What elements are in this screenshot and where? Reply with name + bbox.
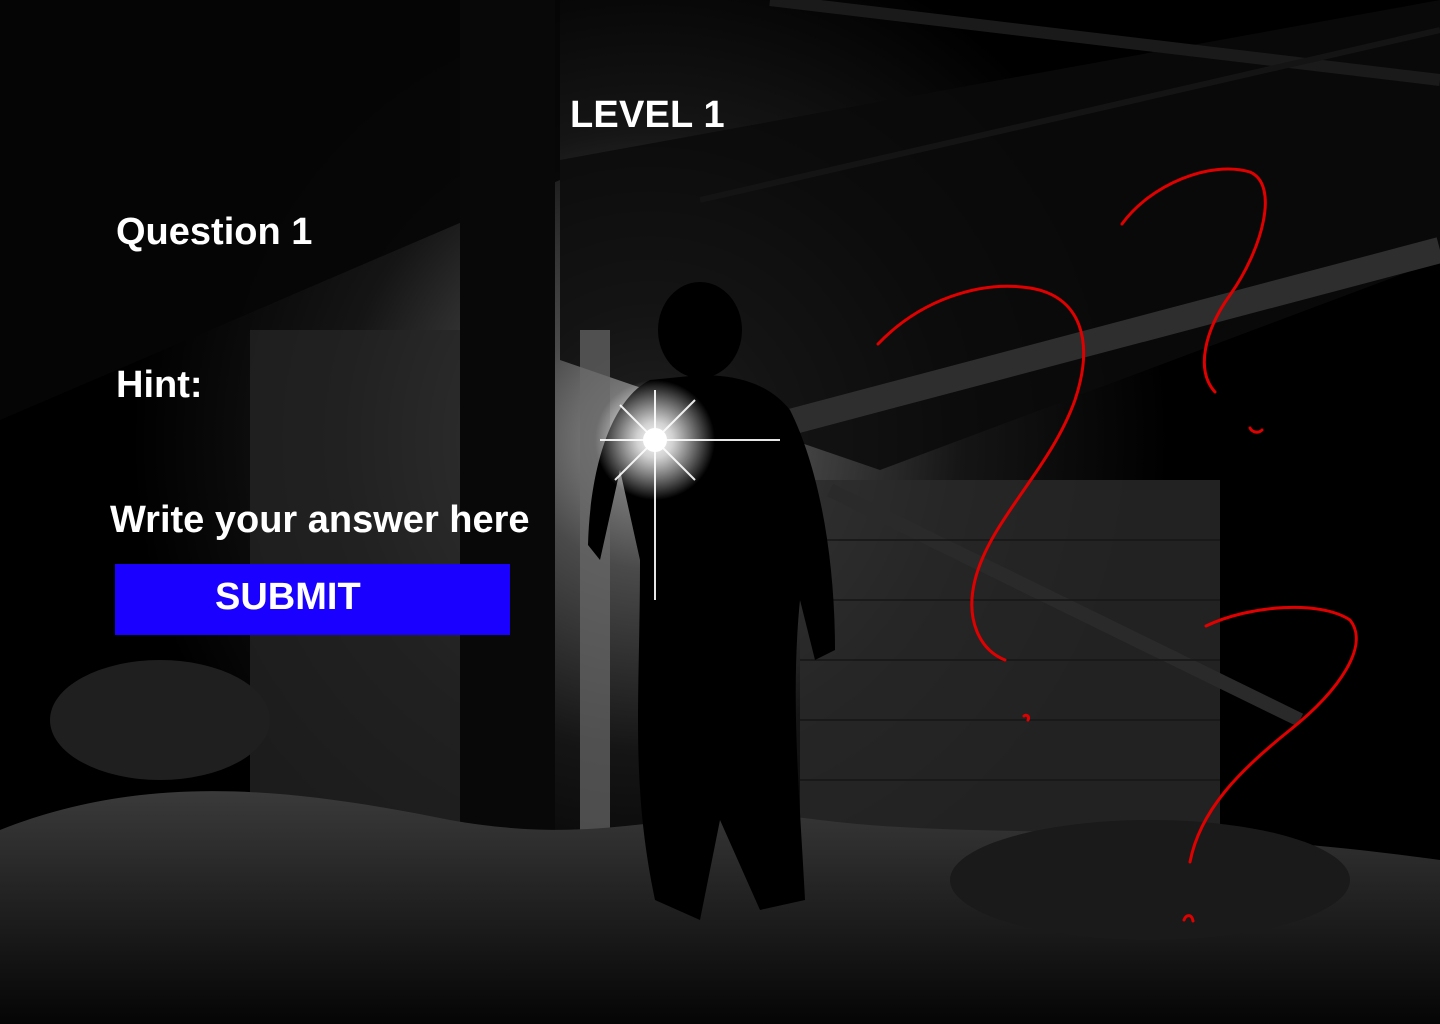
hint-label: Hint: — [116, 364, 203, 406]
level-title: LEVEL 1 — [570, 94, 725, 136]
submit-button[interactable]: SUBMIT — [115, 564, 510, 635]
answer-input[interactable] — [110, 492, 590, 548]
submit-button-label: SUBMIT — [215, 576, 361, 618]
question-mark-icon — [1182, 605, 1358, 923]
question-mark-icon — [1120, 167, 1267, 434]
question-label: Question 1 — [116, 211, 313, 253]
question-mark-icon — [876, 284, 1086, 722]
